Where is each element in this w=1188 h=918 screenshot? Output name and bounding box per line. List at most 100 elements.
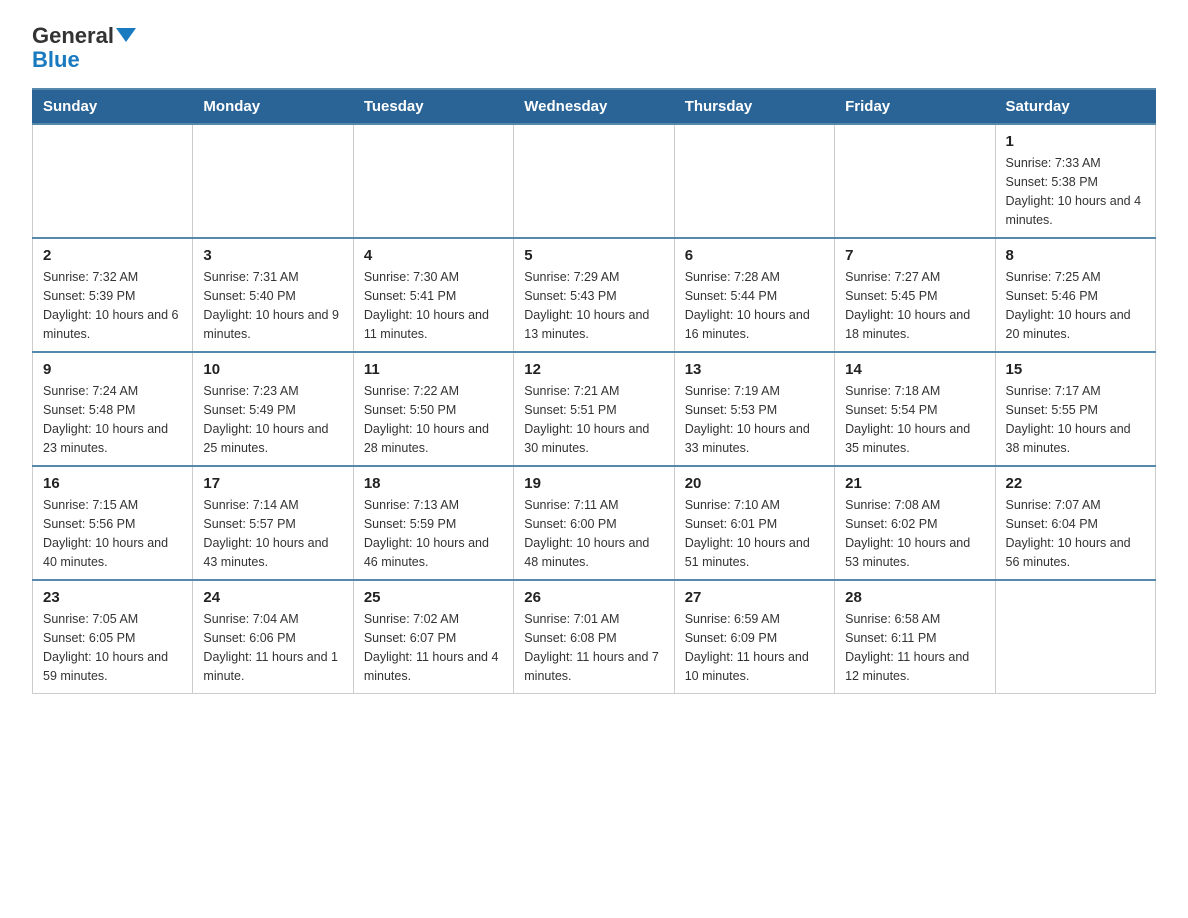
weekday-header-monday: Monday: [193, 89, 353, 124]
calendar-cell: 21 Sunrise: 7:08 AM Sunset: 6:02 PM Dayli…: [835, 466, 995, 580]
day-info: Sunrise: 7:30 AM Sunset: 5:41 PM Dayligh…: [364, 268, 503, 343]
day-info: Sunrise: 7:15 AM Sunset: 5:56 PM Dayligh…: [43, 496, 182, 571]
calendar-cell: 16Sunrise: 7:15 AM Sunset: 5:56 PM Dayli…: [33, 466, 193, 580]
calendar-cell: 20 Sunrise: 7:10 AM Sunset: 6:01 PM Dayli…: [674, 466, 834, 580]
calendar-cell: [353, 124, 513, 238]
day-number: 26: [524, 589, 663, 606]
day-number: 28: [845, 589, 984, 606]
page-header: GeneralBlue: [32, 24, 1156, 72]
day-info: Sunrise: 7:08 AM Sunset: 6:02 PM Dayligh…: [845, 496, 984, 571]
calendar-cell: 11 Sunrise: 7:22 AM Sunset: 5:50 PM Dayli…: [353, 352, 513, 466]
calendar-cell: 15 Sunrise: 7:17 AM Sunset: 5:55 PM Dayli…: [995, 352, 1155, 466]
calendar-cell: 9Sunrise: 7:24 AM Sunset: 5:48 PM Daylig…: [33, 352, 193, 466]
calendar-cell: [995, 580, 1155, 694]
day-info: Sunrise: 7:32 AM Sunset: 5:39 PM Dayligh…: [43, 268, 182, 343]
day-number: 1: [1006, 133, 1145, 150]
calendar-cell: [514, 124, 674, 238]
calendar-cell: 4 Sunrise: 7:30 AM Sunset: 5:41 PM Daylig…: [353, 238, 513, 352]
calendar-cell: 5 Sunrise: 7:29 AM Sunset: 5:43 PM Daylig…: [514, 238, 674, 352]
calendar-header-row: SundayMondayTuesdayWednesdayThursdayFrid…: [33, 89, 1156, 124]
day-info: Sunrise: 7:14 AM Sunset: 5:57 PM Dayligh…: [203, 496, 342, 571]
calendar-cell: 23 Sunrise: 7:05 AM Sunset: 6:05 PM Dayli…: [33, 580, 193, 694]
calendar-cell: 8Sunrise: 7:25 AM Sunset: 5:46 PM Daylig…: [995, 238, 1155, 352]
day-info: Sunrise: 7:02 AM Sunset: 6:07 PM Dayligh…: [364, 610, 503, 685]
day-info: Sunrise: 7:04 AM Sunset: 6:06 PM Dayligh…: [203, 610, 342, 685]
calendar-week-row: 23 Sunrise: 7:05 AM Sunset: 6:05 PM Dayli…: [33, 580, 1156, 694]
calendar-cell: [835, 124, 995, 238]
day-info: Sunrise: 7:22 AM Sunset: 5:50 PM Dayligh…: [364, 382, 503, 457]
calendar-cell: 24Sunrise: 7:04 AM Sunset: 6:06 PM Dayli…: [193, 580, 353, 694]
day-number: 12: [524, 361, 663, 378]
day-number: 17: [203, 475, 342, 492]
calendar-cell: 27Sunrise: 6:59 AM Sunset: 6:09 PM Dayli…: [674, 580, 834, 694]
calendar-cell: 28 Sunrise: 6:58 AM Sunset: 6:11 PM Dayli…: [835, 580, 995, 694]
day-number: 19: [524, 475, 663, 492]
calendar-cell: 2 Sunrise: 7:32 AM Sunset: 5:39 PM Daylig…: [33, 238, 193, 352]
weekday-header-tuesday: Tuesday: [353, 89, 513, 124]
calendar-cell: 18 Sunrise: 7:13 AM Sunset: 5:59 PM Dayli…: [353, 466, 513, 580]
calendar-cell: 3 Sunrise: 7:31 AM Sunset: 5:40 PM Daylig…: [193, 238, 353, 352]
calendar-week-row: 16Sunrise: 7:15 AM Sunset: 5:56 PM Dayli…: [33, 466, 1156, 580]
calendar-cell: 10 Sunrise: 7:23 AM Sunset: 5:49 PM Dayli…: [193, 352, 353, 466]
day-number: 14: [845, 361, 984, 378]
day-number: 21: [845, 475, 984, 492]
day-info: Sunrise: 7:25 AM Sunset: 5:46 PM Dayligh…: [1006, 268, 1145, 343]
weekday-header-friday: Friday: [835, 89, 995, 124]
day-info: Sunrise: 6:58 AM Sunset: 6:11 PM Dayligh…: [845, 610, 984, 685]
calendar-cell: 25 Sunrise: 7:02 AM Sunset: 6:07 PM Dayli…: [353, 580, 513, 694]
day-info: Sunrise: 7:24 AM Sunset: 5:48 PM Dayligh…: [43, 382, 182, 457]
calendar-cell: 12 Sunrise: 7:21 AM Sunset: 5:51 PM Dayli…: [514, 352, 674, 466]
day-number: 13: [685, 361, 824, 378]
logo-triangle-icon: [116, 28, 136, 42]
day-number: 18: [364, 475, 503, 492]
day-info: Sunrise: 7:17 AM Sunset: 5:55 PM Dayligh…: [1006, 382, 1145, 457]
day-info: Sunrise: 7:19 AM Sunset: 5:53 PM Dayligh…: [685, 382, 824, 457]
logo-text: GeneralBlue: [32, 24, 136, 72]
day-info: Sunrise: 7:33 AM Sunset: 5:38 PM Dayligh…: [1006, 154, 1145, 229]
day-number: 3: [203, 247, 342, 264]
day-info: Sunrise: 7:29 AM Sunset: 5:43 PM Dayligh…: [524, 268, 663, 343]
logo: GeneralBlue: [32, 24, 136, 72]
day-number: 10: [203, 361, 342, 378]
calendar-cell: 13 Sunrise: 7:19 AM Sunset: 5:53 PM Dayli…: [674, 352, 834, 466]
day-info: Sunrise: 7:18 AM Sunset: 5:54 PM Dayligh…: [845, 382, 984, 457]
day-number: 6: [685, 247, 824, 264]
calendar-week-row: 1 Sunrise: 7:33 AM Sunset: 5:38 PM Daylig…: [33, 124, 1156, 238]
day-number: 5: [524, 247, 663, 264]
calendar-cell: 17 Sunrise: 7:14 AM Sunset: 5:57 PM Dayli…: [193, 466, 353, 580]
calendar-cell: [193, 124, 353, 238]
day-number: 11: [364, 361, 503, 378]
day-number: 23: [43, 589, 182, 606]
calendar-cell: 1 Sunrise: 7:33 AM Sunset: 5:38 PM Daylig…: [995, 124, 1155, 238]
calendar-table: SundayMondayTuesdayWednesdayThursdayFrid…: [32, 88, 1156, 694]
day-number: 25: [364, 589, 503, 606]
day-number: 22: [1006, 475, 1145, 492]
calendar-cell: 26 Sunrise: 7:01 AM Sunset: 6:08 PM Dayli…: [514, 580, 674, 694]
weekday-header-sunday: Sunday: [33, 89, 193, 124]
weekday-header-wednesday: Wednesday: [514, 89, 674, 124]
day-info: Sunrise: 6:59 AM Sunset: 6:09 PM Dayligh…: [685, 610, 824, 685]
day-info: Sunrise: 7:01 AM Sunset: 6:08 PM Dayligh…: [524, 610, 663, 685]
day-info: Sunrise: 7:05 AM Sunset: 6:05 PM Dayligh…: [43, 610, 182, 685]
calendar-cell: 22 Sunrise: 7:07 AM Sunset: 6:04 PM Dayli…: [995, 466, 1155, 580]
day-info: Sunrise: 7:10 AM Sunset: 6:01 PM Dayligh…: [685, 496, 824, 571]
day-info: Sunrise: 7:28 AM Sunset: 5:44 PM Dayligh…: [685, 268, 824, 343]
calendar-cell: 14 Sunrise: 7:18 AM Sunset: 5:54 PM Dayli…: [835, 352, 995, 466]
day-info: Sunrise: 7:21 AM Sunset: 5:51 PM Dayligh…: [524, 382, 663, 457]
day-info: Sunrise: 7:11 AM Sunset: 6:00 PM Dayligh…: [524, 496, 663, 571]
calendar-cell: [674, 124, 834, 238]
day-info: Sunrise: 7:13 AM Sunset: 5:59 PM Dayligh…: [364, 496, 503, 571]
day-info: Sunrise: 7:27 AM Sunset: 5:45 PM Dayligh…: [845, 268, 984, 343]
day-number: 2: [43, 247, 182, 264]
day-number: 4: [364, 247, 503, 264]
calendar-cell: [33, 124, 193, 238]
day-info: Sunrise: 7:23 AM Sunset: 5:49 PM Dayligh…: [203, 382, 342, 457]
calendar-week-row: 9Sunrise: 7:24 AM Sunset: 5:48 PM Daylig…: [33, 352, 1156, 466]
calendar-cell: 19 Sunrise: 7:11 AM Sunset: 6:00 PM Dayli…: [514, 466, 674, 580]
day-number: 20: [685, 475, 824, 492]
day-info: Sunrise: 7:31 AM Sunset: 5:40 PM Dayligh…: [203, 268, 342, 343]
day-info: Sunrise: 7:07 AM Sunset: 6:04 PM Dayligh…: [1006, 496, 1145, 571]
weekday-header-saturday: Saturday: [995, 89, 1155, 124]
day-number: 15: [1006, 361, 1145, 378]
day-number: 7: [845, 247, 984, 264]
